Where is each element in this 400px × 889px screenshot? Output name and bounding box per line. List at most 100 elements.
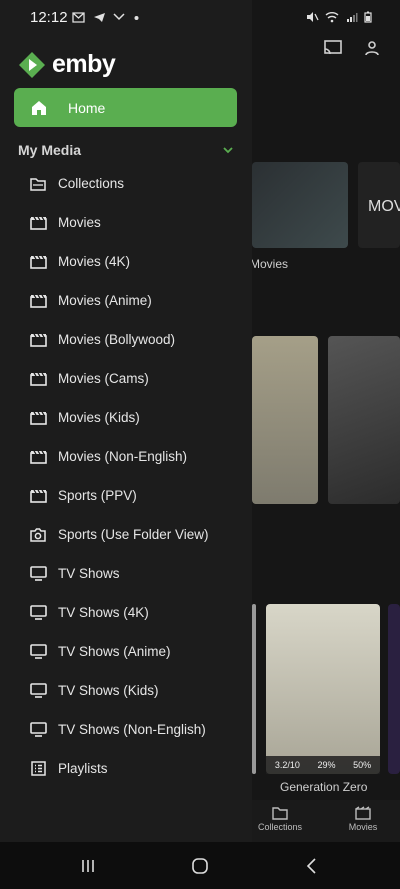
playlist-icon xyxy=(29,760,47,778)
home-label: Home xyxy=(68,99,106,116)
tv-icon xyxy=(29,604,47,622)
media-item-movies-non-english[interactable]: Movies (Non-English) xyxy=(0,437,252,476)
mail-icon xyxy=(72,12,85,23)
back-chevron-icon xyxy=(306,858,316,874)
film-icon xyxy=(355,806,371,820)
media-item-label: TV Shows (Kids) xyxy=(58,683,159,698)
film-icon xyxy=(29,370,47,388)
recent-apps-button[interactable] xyxy=(73,854,103,878)
notification-icons xyxy=(72,9,139,24)
camera-icon xyxy=(29,526,47,544)
media-item-movies[interactable]: Movies xyxy=(0,203,252,242)
media-item-label: Sports (PPV) xyxy=(58,488,137,503)
media-item-label: Movies xyxy=(58,215,101,230)
media-item-label: TV Shows (Anime) xyxy=(58,644,171,659)
user-icon[interactable] xyxy=(364,40,380,61)
system-navigation-bar xyxy=(0,842,400,889)
film-icon xyxy=(29,409,47,427)
media-item-tv-shows-kids[interactable]: TV Shows (Kids) xyxy=(0,671,252,710)
mute-icon xyxy=(306,11,319,22)
media-item-sports-use-folder-view[interactable]: Sports (Use Folder View) xyxy=(0,515,252,554)
score-b: 50% xyxy=(353,760,372,770)
film-icon xyxy=(29,331,47,349)
emby-logo-icon xyxy=(19,51,45,78)
media-item-label: Playlists xyxy=(58,761,108,776)
media-item-movies-cams[interactable]: Movies (Cams) xyxy=(0,359,252,398)
media-item-movies-kids[interactable]: Movies (Kids) xyxy=(0,398,252,437)
signal-icon xyxy=(346,12,358,22)
battery-icon xyxy=(364,11,372,23)
media-item-tv-shows-4k[interactable]: TV Shows (4K) xyxy=(0,593,252,632)
media-item-collections[interactable]: Collections xyxy=(0,164,252,203)
system-icons xyxy=(306,9,372,23)
nav-collections[interactable]: Collections xyxy=(245,806,315,832)
emby-logo: emby xyxy=(18,50,116,79)
film-icon xyxy=(29,487,47,505)
media-item-label: Movies (Cams) xyxy=(58,371,149,386)
home-icon xyxy=(32,100,46,115)
media-item-tv-shows-anime[interactable]: TV Shows (Anime) xyxy=(0,632,252,671)
chevron-down-icon xyxy=(223,147,233,154)
wifi-icon xyxy=(325,11,339,23)
rating-value: 3.2/10 xyxy=(274,760,300,770)
media-item-label: Movies (4K) xyxy=(58,254,131,269)
generation-zero-poster[interactable]: 3.2/10 29% 50% xyxy=(266,604,380,774)
section-title: My Media xyxy=(18,142,82,158)
media-item-label: Sports (Use Folder View) xyxy=(58,527,209,542)
media-item-playlists[interactable]: Playlists xyxy=(0,749,252,788)
film-icon xyxy=(29,448,47,466)
status-time: 12:12 xyxy=(30,9,68,26)
media-item-label: Movies (Kids) xyxy=(58,410,140,425)
poster-ratings-bar: 3.2/10 29% 50% xyxy=(266,756,380,774)
status-bar: 12:12 xyxy=(0,0,400,34)
media-item-label: Movies (Anime) xyxy=(58,293,152,308)
media-item-sports-ppv[interactable]: Sports (PPV) xyxy=(0,476,252,515)
media-item-tv-shows[interactable]: TV Shows xyxy=(0,554,252,593)
media-item-label: Movies (Bollywood) xyxy=(58,332,176,347)
dot-icon xyxy=(134,16,139,21)
home-button[interactable] xyxy=(185,854,215,878)
movies-library-tile[interactable]: MOV xyxy=(358,162,400,248)
card-title: Generation Zero xyxy=(280,780,368,794)
top-toolbar xyxy=(324,40,380,61)
back-button[interactable] xyxy=(297,854,327,878)
tv-icon xyxy=(29,565,47,583)
film-icon xyxy=(29,253,47,271)
home-menu-item[interactable]: Home xyxy=(14,88,237,127)
media-item-movies-anime[interactable]: Movies (Anime) xyxy=(0,281,252,320)
film-icon xyxy=(29,292,47,310)
tv-icon xyxy=(29,682,47,700)
media-item-tv-shows-non-english[interactable]: TV Shows (Non-English) xyxy=(0,710,252,749)
score-a: 29% xyxy=(317,760,336,770)
recents-icon xyxy=(82,860,94,872)
missed-call-icon xyxy=(113,13,125,21)
nav-movies[interactable]: Movies xyxy=(328,806,398,832)
folder-icon xyxy=(272,807,288,820)
poster-card[interactable] xyxy=(252,604,256,774)
my-media-list: Collections Movies Movies (4K) Movies (Anim… xyxy=(0,164,252,788)
media-item-label: TV Shows (4K) xyxy=(58,605,149,620)
folder-icon xyxy=(29,175,47,193)
media-item-movies-4k[interactable]: Movies (4K) xyxy=(0,242,252,281)
tile-label: Movies xyxy=(250,257,289,271)
media-item-label: Collections xyxy=(58,176,125,191)
tile-partial-text: MOV xyxy=(368,198,400,215)
poster-card[interactable] xyxy=(388,604,400,774)
tv-icon xyxy=(29,721,47,739)
home-circle-icon xyxy=(192,858,208,874)
media-item-label: TV Shows xyxy=(58,566,120,581)
poster-card[interactable] xyxy=(328,336,400,504)
app-bottom-nav: Collections Movies xyxy=(250,800,400,842)
my-media-section-header[interactable]: My Media xyxy=(18,142,238,162)
media-item-label: Movies (Non-English) xyxy=(58,449,188,464)
telegram-icon xyxy=(93,13,105,23)
film-icon xyxy=(29,214,47,232)
cast-icon[interactable] xyxy=(324,40,342,61)
media-item-movies-bollywood[interactable]: Movies (Bollywood) xyxy=(0,320,252,359)
media-item-label: TV Shows (Non-English) xyxy=(58,722,206,737)
poster-card[interactable] xyxy=(252,336,318,504)
logo-text: emby xyxy=(52,50,116,78)
tv-icon xyxy=(29,643,47,661)
movie-tile-art[interactable] xyxy=(252,162,348,248)
navigation-drawer: emby Home My Media Collections Movies Movi… xyxy=(0,0,252,842)
